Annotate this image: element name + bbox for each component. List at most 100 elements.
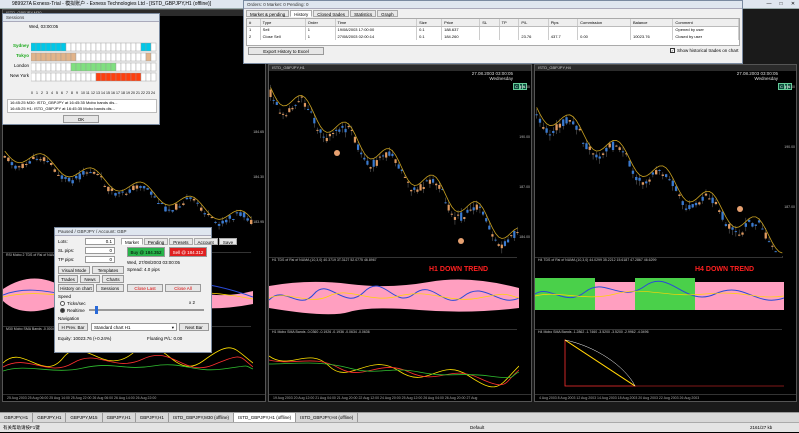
next-bar-button[interactable]: Next Bar [179, 323, 209, 331]
candle-body [615, 146, 617, 147]
tab-pending[interactable]: Pending [144, 238, 169, 245]
trade-panel[interactable]: Paused / GBPJPY / Account: GBP Lots: 0.1… [54, 227, 212, 353]
chart-window-h1[interactable]: ISTD_GBPJPY,H1 27.08.2003 03:00:05 Wedne… [268, 64, 532, 402]
table-row[interactable]: 1Sell119/08/2003 17:00:000.1188.637Opene… [247, 26, 739, 33]
tab-market[interactable]: Market [121, 238, 143, 245]
sell-button[interactable]: Sell @ 184.312 [169, 247, 207, 257]
prev-bar-button[interactable]: H Prev. Bar [58, 323, 88, 331]
y-label: 187.00 [517, 185, 531, 189]
speed-slider-track[interactable] [89, 309, 204, 311]
lots-input[interactable]: 0.1 [85, 238, 115, 245]
candle-body [57, 175, 60, 176]
candle-body [294, 105, 296, 106]
y-label: 190.00 [782, 145, 796, 149]
visual-mode-button[interactable]: Visual Mode [58, 266, 90, 274]
session-cell [76, 73, 81, 81]
minimize-icon[interactable]: — [763, 0, 775, 9]
chart-type-select[interactable]: Standard chart H1 ▾ [91, 323, 177, 331]
chart-tab[interactable]: ISTD_GBPJPY,H1 (offline) [234, 413, 296, 422]
candle-body [32, 157, 35, 159]
sessions-button[interactable]: Sessions [96, 284, 124, 292]
close-last-button[interactable]: Close Last [127, 284, 163, 292]
column-header[interactable]: Time [335, 19, 417, 26]
candle-body [748, 220, 750, 222]
tab-account[interactable]: Account [194, 238, 218, 245]
tab-graph[interactable]: Graph [377, 10, 398, 17]
candle-body [316, 130, 318, 131]
chart-tab[interactable]: ISTD_GBPJPY,H4 (offline) [296, 413, 358, 422]
chart-tab[interactable]: GBPJPY,H1 [103, 413, 136, 422]
sessions-dialog[interactable]: Sessions Wed, 03:00:05 Sydney Tokyo Lond… [2, 13, 160, 125]
chart-tab[interactable]: GBPJPY,H1 [136, 413, 169, 422]
show-history-toggle[interactable]: ✓ Show historical trades on chart [670, 48, 739, 53]
sl-input[interactable]: 0 [85, 247, 115, 254]
session-cell [131, 53, 136, 61]
charts-button[interactable]: Charts [102, 275, 124, 283]
tab-history[interactable]: History [290, 10, 312, 17]
tp-input[interactable]: 0 [85, 256, 115, 263]
column-header[interactable]: Price [442, 19, 480, 26]
chart-window-h4[interactable]: ISTD_GBPJPY,H4 27.08.2003 03:00:05 Wedne… [534, 64, 797, 402]
speed-label: Speed [58, 294, 71, 299]
history-on-chart-button[interactable]: History on chart [58, 284, 94, 292]
candle-body [313, 118, 315, 123]
tab-closed-trades[interactable]: Closed trades [313, 10, 349, 17]
table-row[interactable]: 2Close Sell127/08/2003 02:00:140.1184.26… [247, 33, 739, 40]
session-cell [81, 63, 86, 71]
session-cell [106, 73, 111, 81]
session-cell [121, 53, 126, 61]
candle-body [104, 186, 107, 187]
buy-button[interactable]: Buy @ 184.352 [127, 247, 165, 257]
chevron-down-icon[interactable]: ▾ [172, 324, 174, 331]
chart-tab[interactable]: ISTD_GBPJPY,M30 (offline) [169, 413, 234, 422]
session-cell [91, 43, 96, 51]
sessions-grid [31, 41, 157, 91]
column-header[interactable]: # [247, 19, 260, 26]
candle-body [404, 177, 406, 178]
orders-dialog[interactable]: Orders: 0 Market: 0 Pending: 0 Market & … [243, 0, 743, 64]
column-header[interactable]: Comment [673, 19, 739, 26]
candle-body [678, 195, 680, 196]
chart-tab[interactable]: GBPJPY,H1 [0, 413, 33, 422]
tab-presets[interactable]: Presets [169, 238, 192, 245]
news-button[interactable]: News [80, 275, 100, 283]
tab-save[interactable]: Save [219, 238, 237, 245]
export-excel-button[interactable]: Export History to Excel [248, 47, 324, 55]
realtime-radio[interactable]: Realtime [60, 308, 85, 313]
price-chart-h4[interactable] [535, 73, 784, 258]
chart-tab[interactable]: GBPJPY,H1 [33, 413, 66, 422]
column-header[interactable]: Commission [578, 19, 631, 26]
radio-selected-icon[interactable] [60, 308, 65, 313]
session-cell [111, 63, 116, 71]
trade-marker [737, 206, 743, 212]
column-header[interactable]: Type [260, 19, 305, 26]
price-chart-h1[interactable] [269, 73, 519, 258]
checkbox-icon[interactable]: ✓ [670, 48, 675, 53]
hour-label: 10 [81, 91, 85, 95]
close-icon[interactable]: ✕ [787, 0, 799, 9]
trades-button[interactable]: Trades [58, 275, 78, 283]
column-header[interactable]: TP [499, 19, 519, 26]
chart-tab[interactable]: GBPJPY,M15 [66, 413, 102, 422]
candle-body [61, 175, 64, 179]
column-header[interactable]: SL [480, 19, 499, 26]
column-header[interactable]: Pips [548, 19, 577, 26]
column-header[interactable]: Size [417, 19, 442, 26]
radio-icon[interactable] [60, 301, 65, 306]
candle-body [338, 129, 340, 131]
candle-body [125, 194, 128, 195]
close-all-button[interactable]: Close All [165, 284, 201, 292]
candle-body [562, 119, 564, 126]
tab-market-pending[interactable]: Market & pending [246, 10, 289, 17]
ticks-radio[interactable]: Ticks/sec [60, 301, 86, 306]
maximize-icon[interactable]: □ [775, 0, 787, 9]
templates-button[interactable]: Templates [92, 266, 124, 274]
column-header[interactable]: Order [305, 19, 335, 26]
speed-slider-handle[interactable] [95, 306, 98, 314]
sessions-ok-button[interactable]: OK [63, 115, 99, 123]
tab-statistics[interactable]: Statistics [350, 10, 376, 17]
session-cell [131, 43, 136, 51]
column-header[interactable]: P/L [519, 19, 548, 26]
column-header[interactable]: Balance [630, 19, 672, 26]
hour-label: 20 [131, 91, 135, 95]
